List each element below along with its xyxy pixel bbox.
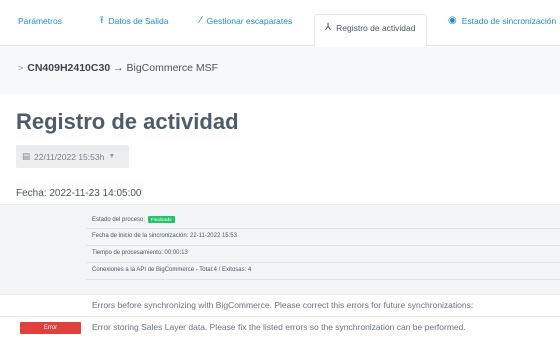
tab-parametros[interactable]: Parámetros: [18, 16, 62, 46]
conexiones-row: Conexiones a la API de BigCommerce - Tot…: [92, 267, 252, 273]
chevron-right-icon: >: [18, 63, 24, 73]
log-date: Fecha: 2022-11-23 14:05:00: [16, 188, 142, 199]
divider: [86, 245, 560, 246]
message-row: Errors before synchronizing with BigComm…: [0, 294, 560, 316]
magic-wand-icon: ⁄: [200, 15, 202, 26]
message-row: Error Error storing Sales Layer data. Pl…: [0, 316, 560, 338]
connector-target: BigCommerce MSF: [126, 62, 219, 74]
message-text: Error storing Sales Layer data. Please f…: [92, 322, 466, 332]
tab-estado-de-sincronizacion[interactable]: ◉ Estado de sincronización: [448, 16, 556, 46]
tab-label: Parámetros: [18, 16, 62, 26]
breadcrumb: > CN409H2410C30 → BigCommerce MSF: [18, 62, 218, 74]
date-select-value: 22/11/2022 15:53h: [34, 151, 105, 162]
connector-code: CN409H2410C30: [27, 62, 111, 74]
estado-row: Estado del proceso: Finalizado: [92, 216, 175, 223]
upload-icon: ⭱: [100, 15, 104, 26]
inicio-row: Fecha de inicio de la sincronización: 22…: [92, 233, 237, 239]
tab-gestionar-escaparates[interactable]: ⁄ Gestionar escaparates: [200, 16, 292, 46]
page-title: Registro de actividad: [16, 109, 239, 134]
divider: [86, 262, 560, 263]
activity-icon: ⅄: [325, 22, 332, 33]
breadcrumb-arrow: →: [113, 62, 124, 74]
tab-bar: Parámetros ⭱ Datos de Salida ⁄ Gestionar…: [0, 0, 560, 47]
process-info: Estado del proceso: Finalizado Fecha de …: [0, 204, 560, 294]
status-badge: Finalizado: [148, 216, 175, 223]
tab-label: Registro de actividad: [336, 23, 416, 33]
message-text: Errors before synchronizing with BigComm…: [92, 300, 474, 310]
error-badge: Error: [20, 322, 81, 334]
estado-label: Estado del proceso:: [92, 216, 146, 223]
date-select[interactable]: ▤ 22/11/2022 15:53h ▼: [16, 145, 129, 168]
tab-datos-de-salida[interactable]: ⭱ Datos de Salida: [100, 16, 169, 46]
eye-icon: ◉: [448, 15, 457, 26]
tab-registro-de-actividad[interactable]: ⅄ Registro de actividad: [314, 14, 427, 47]
calendar-icon: ▤: [22, 151, 31, 161]
tiempo-row: Tiempo de procesamiento: 00:00:13: [92, 250, 188, 256]
divider: [86, 228, 560, 229]
divider: [86, 279, 560, 280]
tab-label: Datos de Salida: [108, 16, 169, 26]
tab-label: Gestionar escaparates: [206, 16, 293, 26]
caret-down-icon: ▼: [108, 153, 116, 160]
tab-label: Estado de sincronización: [461, 16, 557, 26]
